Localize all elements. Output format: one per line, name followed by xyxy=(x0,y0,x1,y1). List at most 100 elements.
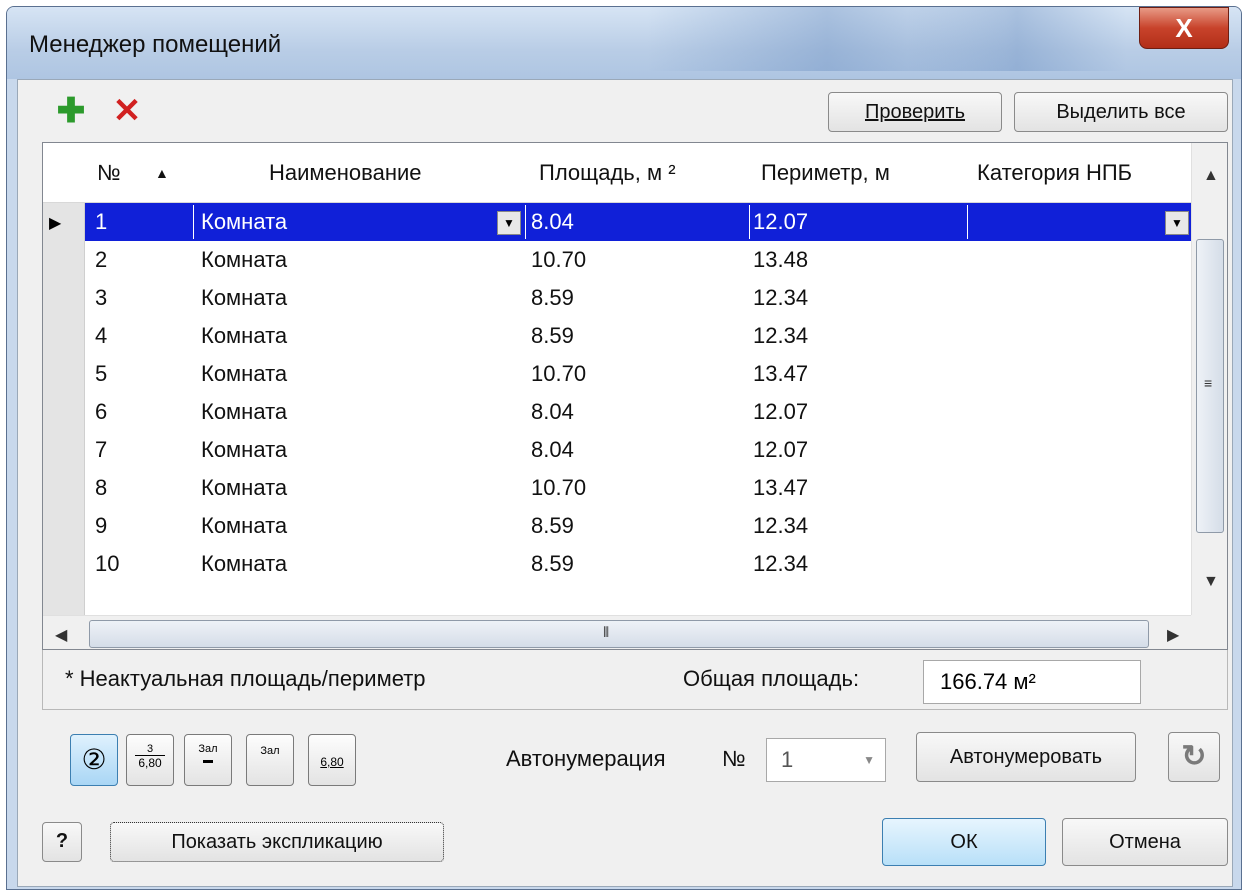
room-manager-window: Менеджер помещений X ✚ ✕ Проверить Выдел… xyxy=(6,6,1242,890)
scroll-grip-icon: ≡ xyxy=(1204,375,1213,391)
outdated-legend: * Неактуальная площадь/периметр xyxy=(65,666,426,691)
style-number-area-button[interactable]: 3 6,80 xyxy=(126,734,174,786)
cell-area[interactable]: 8.59 xyxy=(531,507,574,545)
cell-name[interactable]: Комната xyxy=(201,355,287,393)
cell-name[interactable]: Комната xyxy=(201,203,287,241)
header-category[interactable]: Категория НПБ xyxy=(977,143,1132,203)
cell-area[interactable]: 10.70 xyxy=(531,469,586,507)
cell-name[interactable]: Комната xyxy=(201,279,287,317)
cell-perimeter[interactable]: 13.47 xyxy=(753,469,808,507)
cell-area[interactable]: 10.70 xyxy=(531,355,586,393)
total-area-value: 166.74 м² xyxy=(923,660,1141,704)
select-all-button[interactable]: Выделить все xyxy=(1014,92,1228,132)
table-row-selected[interactable]: 1 Комната 8.04 12.07 ▼ ▼ xyxy=(85,203,1193,241)
scroll-right-icon[interactable]: ▶ xyxy=(1167,625,1179,645)
row-selector-column: ▶ xyxy=(43,203,85,615)
help-button[interactable]: ? xyxy=(42,822,82,862)
chevron-down-icon[interactable]: ▼ xyxy=(1165,211,1189,235)
cell-num[interactable]: 7 xyxy=(95,431,107,469)
cell-num[interactable]: 1 xyxy=(95,203,107,241)
cell-num[interactable]: 3 xyxy=(95,279,107,317)
current-row-arrow-icon: ▶ xyxy=(49,215,62,232)
cell-name[interactable]: Комната xyxy=(201,545,287,583)
cell-name[interactable]: Комната xyxy=(201,469,287,507)
header-perimeter[interactable]: Периметр, м xyxy=(761,143,890,203)
cell-num[interactable]: 2 xyxy=(95,241,107,279)
chevron-down-icon[interactable]: ▼ xyxy=(863,739,875,781)
cell-area[interactable]: 8.04 xyxy=(531,393,574,431)
style-area-button[interactable]: 6,80 xyxy=(308,734,356,786)
table-row[interactable]: 5 Комната 10.70 13.47 xyxy=(85,355,1193,393)
delete-icon[interactable]: ✕ xyxy=(110,94,144,128)
cell-perimeter[interactable]: 12.34 xyxy=(753,507,808,545)
table-row[interactable]: 7 Комната 8.04 12.07 xyxy=(85,431,1193,469)
table-row[interactable]: 9 Комната 8.59 12.34 xyxy=(85,507,1193,545)
dialog-body: ✚ ✕ Проверить Выделить все № ▲ Наименова… xyxy=(17,79,1233,887)
cell-area[interactable]: 8.59 xyxy=(531,545,574,583)
scroll-up-icon[interactable]: ▲ xyxy=(1203,167,1219,185)
cell-name[interactable]: Комната xyxy=(201,431,287,469)
cell-separator xyxy=(749,205,750,239)
cell-separator xyxy=(967,205,968,239)
table-row[interactable]: 8 Комната 10.70 13.47 xyxy=(85,469,1193,507)
cell-num[interactable]: 4 xyxy=(95,317,107,355)
cell-area[interactable]: 8.59 xyxy=(531,279,574,317)
close-button[interactable]: X xyxy=(1139,7,1229,49)
cell-num[interactable]: 9 xyxy=(95,507,107,545)
autonumber-label: Автонумерация xyxy=(506,746,666,771)
cell-separator xyxy=(193,205,194,239)
style-name-number-button[interactable]: Зал ▬ xyxy=(184,734,232,786)
ok-button[interactable]: ОК xyxy=(882,818,1046,866)
cell-name[interactable]: Комната xyxy=(201,507,287,545)
sort-asc-icon: ▲ xyxy=(155,165,169,181)
table-row[interactable]: 6 Комната 8.04 12.07 xyxy=(85,393,1193,431)
cell-perimeter[interactable]: 13.48 xyxy=(753,241,808,279)
cell-area[interactable]: 8.04 xyxy=(531,203,574,241)
cancel-button[interactable]: Отмена xyxy=(1062,818,1228,866)
cell-name[interactable]: Комната xyxy=(201,241,287,279)
table-row[interactable]: 4 Комната 8.59 12.34 xyxy=(85,317,1193,355)
cell-perimeter[interactable]: 12.34 xyxy=(753,545,808,583)
cell-perimeter[interactable]: 12.07 xyxy=(753,393,808,431)
cell-area[interactable]: 8.59 xyxy=(531,317,574,355)
style-number-button[interactable]: ② xyxy=(70,734,118,786)
cell-perimeter[interactable]: 12.07 xyxy=(753,431,808,469)
cell-name[interactable]: Комната xyxy=(201,393,287,431)
style-name-button[interactable]: Зал xyxy=(246,734,294,786)
scroll-left-icon[interactable]: ◀ xyxy=(55,625,67,645)
check-button[interactable]: Проверить xyxy=(828,92,1002,132)
cell-area[interactable]: 10.70 xyxy=(531,241,586,279)
cell-num[interactable]: 6 xyxy=(95,393,107,431)
header-name[interactable]: Наименование xyxy=(269,143,422,203)
autonumber-button[interactable]: Автонумеровать xyxy=(916,732,1136,782)
cell-num[interactable]: 5 xyxy=(95,355,107,393)
table-row[interactable]: 2 Комната 10.70 13.48 xyxy=(85,241,1193,279)
scroll-corner xyxy=(1191,615,1227,649)
autonumber-num-label: № xyxy=(722,746,746,771)
show-explication-button[interactable]: Показать экспликацию xyxy=(110,822,444,862)
total-area-label: Общая площадь: xyxy=(683,666,860,691)
vertical-scrollbar[interactable]: ▲ ≡ ▼ xyxy=(1191,143,1227,615)
cell-perimeter[interactable]: 13.47 xyxy=(753,355,808,393)
autonumber-start-combo[interactable]: 1 ▼ xyxy=(766,738,886,782)
header-area[interactable]: Площадь, м ² xyxy=(539,143,676,203)
toolbar: ✚ ✕ Проверить Выделить все xyxy=(18,80,1232,140)
horizontal-scrollbar[interactable]: ◀ ⦀ ▶ xyxy=(43,615,1193,649)
rooms-table: № ▲ Наименование Площадь, м ² Периметр, … xyxy=(42,142,1228,650)
table-row[interactable]: 3 Комната 8.59 12.34 xyxy=(85,279,1193,317)
cell-perimeter[interactable]: 12.34 xyxy=(753,279,808,317)
header-num[interactable]: № xyxy=(97,143,121,203)
cell-name[interactable]: Комната xyxy=(201,317,287,355)
title-bar-glass-2 xyxy=(907,7,1127,71)
cell-num[interactable]: 8 xyxy=(95,469,107,507)
add-icon[interactable]: ✚ xyxy=(54,94,88,128)
cell-perimeter[interactable]: 12.07 xyxy=(753,203,808,241)
cell-area[interactable]: 8.04 xyxy=(531,431,574,469)
refresh-icon[interactable]: ↻ xyxy=(1168,732,1220,782)
chevron-down-icon[interactable]: ▼ xyxy=(497,211,521,235)
table-row[interactable]: 10 Комната 8.59 12.34 xyxy=(85,545,1193,583)
cell-perimeter[interactable]: 12.34 xyxy=(753,317,808,355)
horizontal-scroll-thumb[interactable] xyxy=(89,620,1149,648)
scroll-down-icon[interactable]: ▼ xyxy=(1203,573,1219,591)
cell-num[interactable]: 10 xyxy=(95,545,119,583)
